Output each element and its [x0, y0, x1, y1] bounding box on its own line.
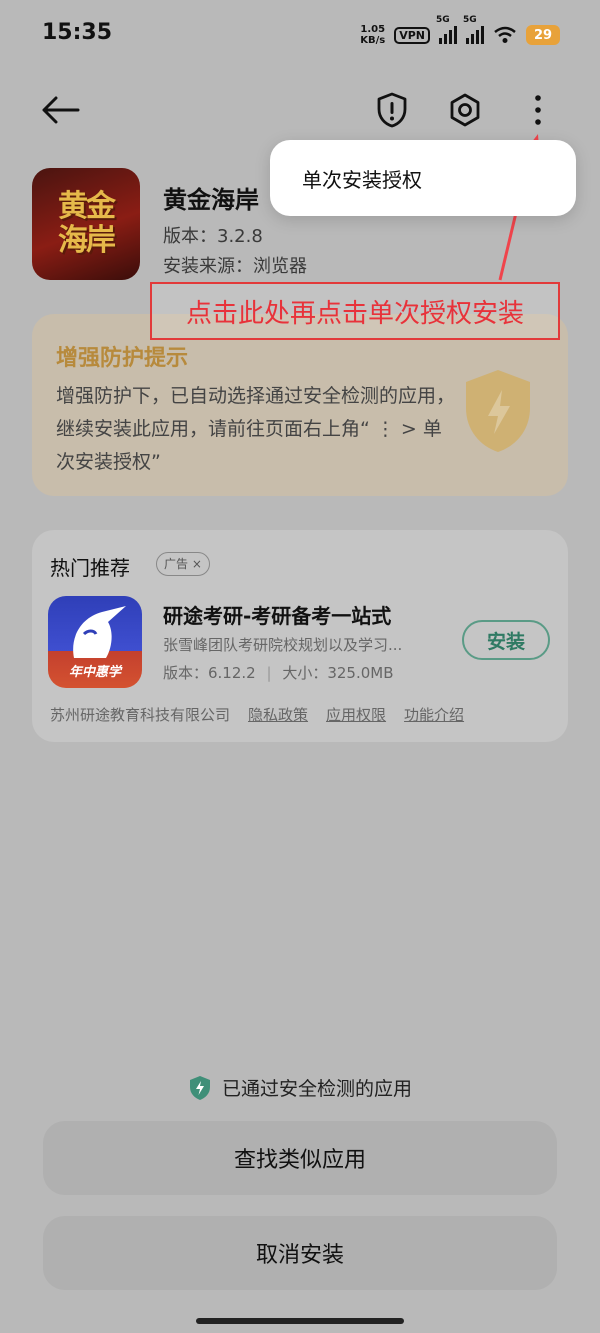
recommend-card: 热门推荐 广告 × 年中惠学 研途考研-考研备考一站式 张雪峰团队考研院校规划以… [32, 530, 568, 742]
shield-lightning-icon [189, 1075, 210, 1100]
exclamation-shield-icon [377, 92, 407, 128]
home-indicator[interactable] [196, 1318, 404, 1324]
app-source: 安装来源：浏览器 [163, 256, 307, 277]
vpn-badge: VPN [394, 26, 430, 44]
battery-icon: 29 [526, 25, 560, 45]
wifi-icon [494, 26, 516, 43]
recommend-app-icon[interactable]: 年中惠学 [48, 596, 142, 688]
recommend-title: 热门推荐 [50, 556, 130, 580]
security-passed-text: 已通过安全检测的应用 [221, 1078, 412, 1100]
protection-tip-body: 增强防护下，已自动选择通过安全检测的应用，继续安装此应用，请前往页面右上角“ ⋮… [56, 385, 456, 473]
recommend-app-description: 张雪峰团队考研院校规划以及学习... [163, 636, 403, 654]
hexagon-gear-icon [450, 93, 480, 127]
privacy-policy-link[interactable]: 隐私政策 [248, 704, 308, 725]
signal-icon: 5G [436, 15, 457, 44]
recommend-app-name[interactable]: 研途考研-考研备考一站式 [163, 600, 391, 629]
app-icon: 黄金 海岸 [32, 168, 140, 280]
app-permissions-link[interactable]: 应用权限 [326, 704, 386, 725]
developer-name: 苏州研途教育科技有限公司 [50, 706, 231, 724]
app-version: 版本：3.2.8 [163, 226, 263, 247]
settings-button[interactable] [443, 88, 487, 132]
recommend-app-meta: 版本：6.12.2 | 大小：325.0MB [163, 664, 394, 682]
status-bar-icons: 1.05 KB/s VPN 5G 5G 29 [360, 15, 560, 50]
security-passed-row: 已通过安全检测的应用 [0, 1074, 600, 1101]
more-button[interactable] [516, 88, 560, 132]
arrow-left-icon [42, 96, 80, 124]
more-vertical-icon [535, 95, 541, 125]
overflow-menu: 单次安装授权 [270, 140, 576, 216]
signal-icon-2: 5G [463, 15, 484, 44]
menu-item-single-install-authorization[interactable]: 单次安装授权 [302, 164, 422, 193]
unicorn-icon [73, 606, 126, 658]
protection-tip-title: 增强防护提示 [56, 346, 189, 371]
app-name: 黄金海岸 [163, 186, 259, 214]
recommend-footer: 苏州研途教育科技有限公司 隐私政策 应用权限 功能介绍 [50, 704, 464, 725]
cancel-install-button[interactable]: 取消安装 [43, 1216, 557, 1290]
find-similar-button[interactable]: 查找类似应用 [43, 1121, 557, 1195]
lightning-shield-icon [466, 370, 530, 452]
protection-tip-card: 增强防护提示 增强防护下，已自动选择通过安全检测的应用，继续安装此应用，请前往页… [32, 314, 568, 496]
ad-badge[interactable]: 广告 × [156, 552, 210, 576]
instruction-annotation: 点击此处再点击单次授权安装 [150, 282, 560, 340]
report-button[interactable] [370, 88, 414, 132]
status-time: 15:35 [42, 20, 113, 45]
recommend-install-button[interactable]: 安装 [462, 620, 550, 660]
network-speed: 1.05 KB/s [360, 24, 386, 46]
back-button[interactable] [38, 88, 82, 132]
feature-intro-link[interactable]: 功能介绍 [404, 704, 464, 725]
